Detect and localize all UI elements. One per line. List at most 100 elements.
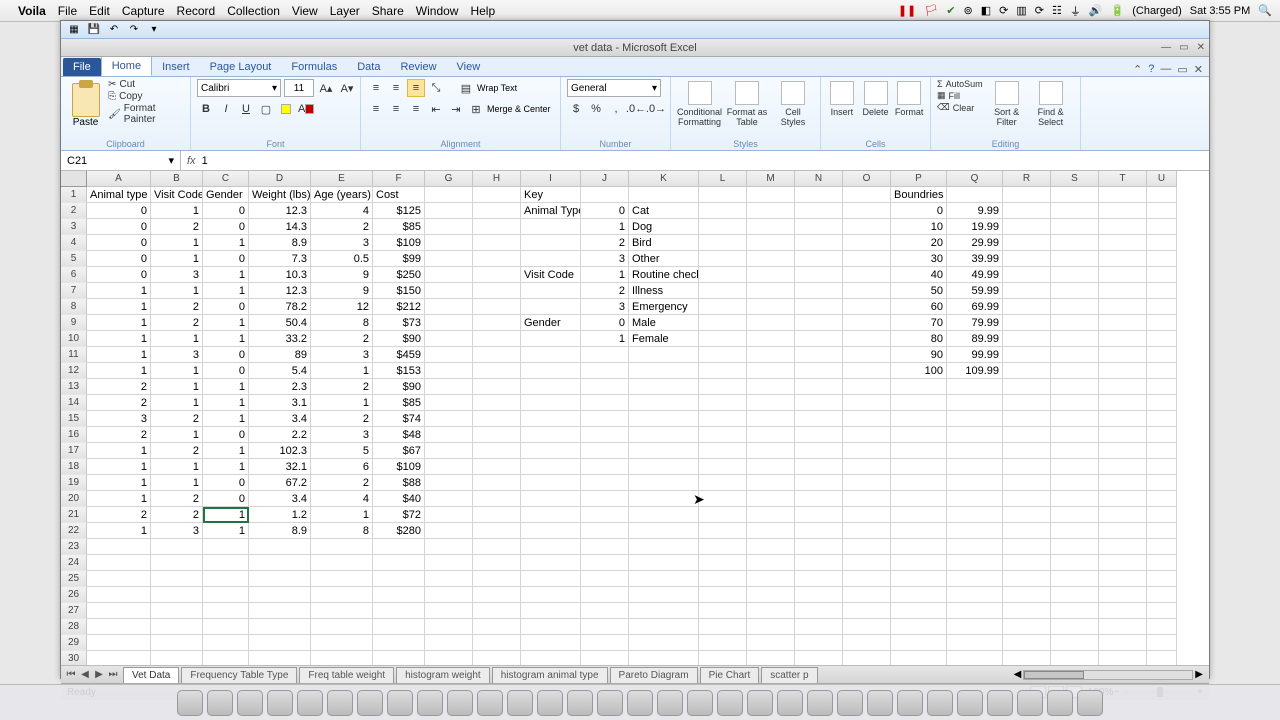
cell[interactable]: 0 — [203, 475, 249, 491]
mac-app-name[interactable]: Voila — [18, 4, 46, 18]
cell[interactable]: 1 — [151, 379, 203, 395]
cell[interactable] — [521, 235, 581, 251]
row-header[interactable]: 9 — [61, 315, 87, 331]
cell[interactable]: 1 — [87, 283, 151, 299]
cell[interactable]: 1 — [151, 203, 203, 219]
cell[interactable] — [1099, 219, 1147, 235]
cell[interactable] — [1003, 395, 1051, 411]
cell[interactable] — [581, 539, 629, 555]
row-header[interactable]: 14 — [61, 395, 87, 411]
cell[interactable] — [521, 459, 581, 475]
cell[interactable]: 3 — [151, 267, 203, 283]
dock-app-icon[interactable] — [387, 690, 413, 716]
cell[interactable] — [425, 219, 473, 235]
record-check-icon[interactable]: ✔ — [946, 4, 955, 17]
cell[interactable] — [747, 475, 795, 491]
cell[interactable]: 5.4 — [249, 363, 311, 379]
cell[interactable] — [1003, 603, 1051, 619]
cell[interactable]: 3 — [311, 347, 373, 363]
cell[interactable]: 67.2 — [249, 475, 311, 491]
cell[interactable] — [629, 363, 699, 379]
window-min-icon[interactable]: — — [1160, 63, 1171, 76]
dock-app-icon[interactable] — [927, 690, 953, 716]
cell[interactable] — [521, 363, 581, 379]
cell[interactable] — [425, 363, 473, 379]
col-header[interactable]: C — [203, 171, 249, 187]
cell[interactable] — [87, 619, 151, 635]
cell[interactable] — [1147, 267, 1177, 283]
cell[interactable] — [581, 363, 629, 379]
cell[interactable] — [843, 427, 891, 443]
cell[interactable] — [1147, 283, 1177, 299]
cell[interactable]: 9.99 — [947, 203, 1003, 219]
cell[interactable] — [843, 459, 891, 475]
cell[interactable] — [425, 507, 473, 523]
cell[interactable] — [629, 395, 699, 411]
cell[interactable]: 0 — [203, 427, 249, 443]
row-header[interactable]: 16 — [61, 427, 87, 443]
cell[interactable] — [843, 571, 891, 587]
cell[interactable] — [425, 347, 473, 363]
cell[interactable]: 1 — [151, 331, 203, 347]
dock-app-icon[interactable] — [477, 690, 503, 716]
cell[interactable]: $90 — [373, 379, 425, 395]
hscroll-right-icon[interactable]: ▶ — [1195, 669, 1203, 680]
cell[interactable] — [1099, 635, 1147, 651]
mac-menu-window[interactable]: Window — [416, 4, 459, 18]
col-header[interactable]: I — [521, 171, 581, 187]
merge-center-button[interactable]: ⊞ — [467, 100, 485, 118]
cell[interactable] — [1003, 283, 1051, 299]
redo-icon[interactable]: ↷ — [127, 23, 141, 37]
cell[interactable] — [1099, 315, 1147, 331]
cell[interactable] — [1051, 651, 1099, 665]
cell[interactable] — [1003, 187, 1051, 203]
cell[interactable] — [1003, 539, 1051, 555]
cell[interactable]: $280 — [373, 523, 425, 539]
conditional-formatting-button[interactable]: Conditional Formatting — [677, 79, 722, 127]
cell[interactable] — [1051, 363, 1099, 379]
cell[interactable] — [425, 203, 473, 219]
cell[interactable] — [425, 603, 473, 619]
cell[interactable]: 1 — [203, 331, 249, 347]
cell[interactable] — [373, 539, 425, 555]
cell[interactable] — [1003, 219, 1051, 235]
cell[interactable] — [425, 251, 473, 267]
find-select-button[interactable]: Find & Select — [1031, 79, 1071, 127]
cell[interactable] — [373, 555, 425, 571]
cell[interactable]: Routine check up — [629, 267, 699, 283]
sheet-nav-last-icon[interactable]: ⏭ — [107, 669, 119, 680]
cell[interactable] — [747, 443, 795, 459]
cell[interactable] — [521, 555, 581, 571]
cell[interactable] — [1147, 251, 1177, 267]
cell[interactable]: 1 — [151, 251, 203, 267]
status-icon[interactable]: ◧ — [981, 4, 991, 17]
cell[interactable]: 2 — [311, 331, 373, 347]
tab-home[interactable]: Home — [101, 56, 152, 76]
cell[interactable]: 7.3 — [249, 251, 311, 267]
underline-button[interactable]: U — [237, 100, 255, 118]
cell[interactable] — [1051, 331, 1099, 347]
cell[interactable] — [699, 203, 747, 219]
cell[interactable] — [843, 619, 891, 635]
row-header[interactable]: 3 — [61, 219, 87, 235]
cell[interactable]: Dog — [629, 219, 699, 235]
cell[interactable]: 1 — [203, 395, 249, 411]
cell[interactable]: 9 — [311, 267, 373, 283]
row-header[interactable]: 8 — [61, 299, 87, 315]
cell[interactable] — [521, 523, 581, 539]
cell[interactable] — [1147, 427, 1177, 443]
cell[interactable] — [1051, 411, 1099, 427]
cell[interactable] — [843, 587, 891, 603]
undo-icon[interactable]: ↶ — [107, 23, 121, 37]
cell[interactable] — [699, 587, 747, 603]
cell[interactable] — [1051, 635, 1099, 651]
cell[interactable] — [1051, 427, 1099, 443]
cell[interactable] — [425, 651, 473, 665]
cell[interactable] — [87, 571, 151, 587]
cell[interactable] — [473, 635, 521, 651]
cell[interactable]: 1 — [87, 315, 151, 331]
save-icon[interactable]: 💾 — [87, 23, 101, 37]
dock-app-icon[interactable] — [267, 690, 293, 716]
cell[interactable] — [1147, 459, 1177, 475]
cell[interactable]: 10.3 — [249, 267, 311, 283]
